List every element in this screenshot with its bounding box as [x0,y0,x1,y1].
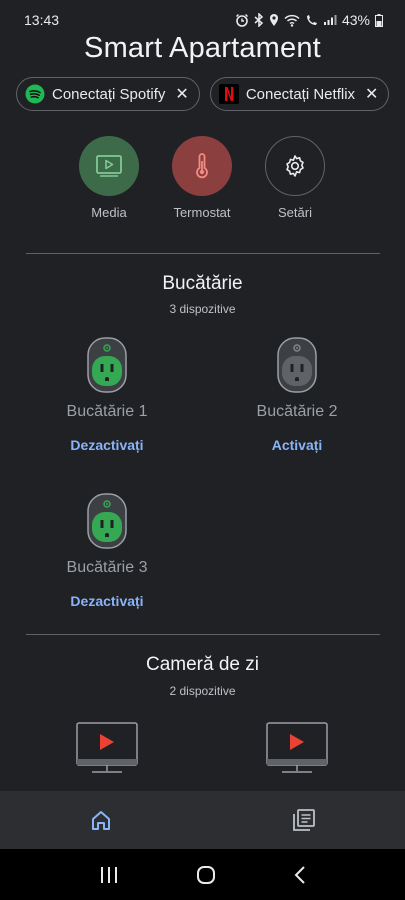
divider [26,253,380,254]
media-label: Media [91,205,127,220]
status-icons: 43% [235,12,383,28]
thermometer-icon [196,153,208,179]
deactivate-button[interactable]: Dezactivați [32,437,182,453]
bottom-nav [0,791,405,849]
nav-home[interactable] [0,791,203,849]
room-device-count: 2 dispozitive [169,684,236,698]
tv-play-icon[interactable] [266,722,328,774]
gear-icon [286,155,304,177]
smart-plug-icon[interactable] [277,337,317,393]
thermostat-button[interactable]: Termostat [157,136,247,220]
device-kitchen-2[interactable]: Bucătărie 2 Activați [222,337,372,453]
thermostat-circle[interactable] [172,136,232,196]
wifi-call-icon [306,14,317,25]
chip-label: Conectați Netflix [245,85,356,103]
list-icon[interactable] [292,808,316,832]
chip-label: Conectați Spotify [52,85,166,103]
tv-play-icon[interactable] [76,722,138,774]
device-kitchen-1[interactable]: Bucătărie 1 Dezactivați [32,337,182,453]
thermostat-label: Termostat [173,205,231,220]
battery-icon [375,13,383,27]
nav-list[interactable] [203,791,405,849]
home-circle-icon[interactable] [196,865,216,885]
netflix-icon [218,84,239,104]
alarm-icon [235,14,248,27]
room-title-living: Cameră de zi [146,654,259,675]
recents-icon[interactable] [99,866,119,884]
room-title-kitchen: Bucătărie [162,273,243,294]
media-circle[interactable] [79,136,139,196]
device-living-tv-1[interactable] [32,722,182,774]
page-title: Smart Apartament [84,32,321,64]
location-icon [269,14,278,26]
activate-button[interactable]: Activați [222,437,372,453]
settings-label: Setări [278,205,312,220]
device-name: Bucătărie 2 [256,403,338,420]
home-icon[interactable] [90,809,112,831]
smart-plug-icon[interactable] [87,493,127,549]
connect-spotify-chip[interactable]: Conectați Spotify ✕ [16,77,200,111]
signal-icon [323,15,337,25]
connect-netflix-chip[interactable]: Conectați Netflix ✕ [209,77,390,111]
device-name: Bucătărie 3 [66,559,148,576]
system-nav-bar [0,849,405,900]
divider [26,634,380,635]
service-chips: Conectați Spotify ✕ Conectați Netflix ✕ [16,77,390,111]
settings-circle[interactable] [265,136,325,196]
deactivate-button[interactable]: Dezactivați [32,593,182,609]
back-icon[interactable] [293,865,307,885]
media-play-icon [96,155,122,177]
bluetooth-icon [254,13,264,27]
device-kitchen-3[interactable]: Bucătărie 3 Dezactivați [32,493,182,609]
wifi-icon [284,14,300,27]
battery-percent: 43% [341,12,370,28]
close-icon[interactable]: ✕ [175,84,188,104]
settings-button[interactable]: Setări [250,136,340,220]
device-living-tv-2[interactable] [222,722,372,774]
smart-plug-icon[interactable] [87,337,127,393]
close-icon[interactable]: ✕ [365,84,378,104]
spotify-icon [25,84,45,104]
media-button[interactable]: Media [64,136,154,220]
device-name: Bucătărie 1 [66,403,148,420]
status-time: 13:43 [24,12,60,28]
room-device-count: 3 dispozitive [169,302,236,316]
